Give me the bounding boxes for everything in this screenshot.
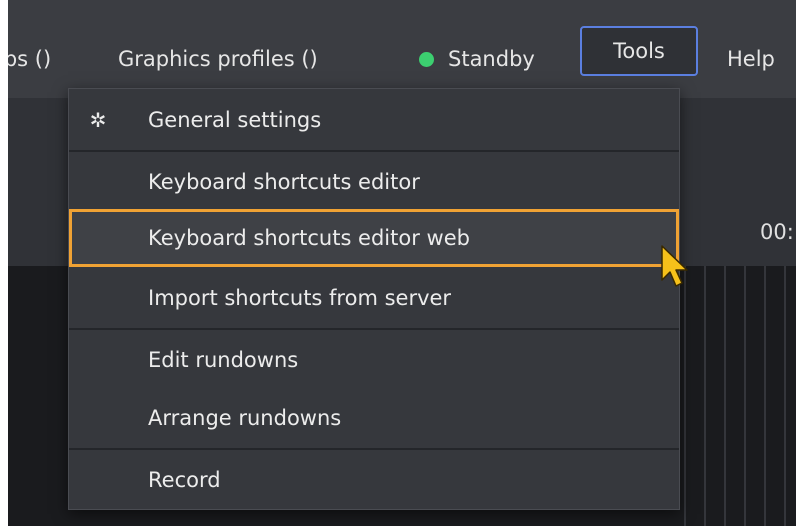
menu-item-label: General settings [148, 108, 322, 132]
menu-item-label: Keyboard shortcuts editor [148, 170, 420, 194]
menu-item-import-shortcuts[interactable]: Import shortcuts from server [69, 269, 679, 327]
menu-item-label: Edit rundowns [148, 348, 299, 372]
menu-item-label: Keyboard shortcuts editor web [148, 226, 470, 250]
status-label: Standby [448, 47, 535, 71]
tools-dropdown-menu: ✲ General settings Keyboard shortcuts ed… [68, 88, 680, 510]
menu-graphics-profiles[interactable]: Graphics profiles () [118, 34, 318, 84]
gear-icon: ✲ [89, 108, 107, 132]
top-menu-bar: ıps () Graphics profiles () Standby Tool… [8, 0, 796, 98]
menu-help[interactable]: Help [727, 34, 775, 84]
menu-item-keyboard-shortcuts-editor[interactable]: Keyboard shortcuts editor [69, 153, 679, 211]
menu-item-general-settings[interactable]: ✲ General settings [69, 91, 679, 149]
timeline-ticks [666, 266, 796, 526]
menu-item-label: Arrange rundowns [148, 406, 342, 430]
menu-item-keyboard-shortcuts-editor-web[interactable]: Keyboard shortcuts editor web [69, 209, 679, 267]
status-indicator-icon [419, 52, 434, 67]
menu-item-label: Import shortcuts from server [148, 286, 452, 310]
menu-item-arrange-rundowns[interactable]: Arrange rundowns [69, 389, 679, 447]
menu-item-record[interactable]: Record [69, 451, 679, 509]
menu-divider [69, 150, 679, 152]
mouse-pointer-icon [661, 245, 688, 287]
menu-item-label: Record [148, 468, 221, 492]
tools-menu-button[interactable]: Tools [580, 26, 698, 76]
menu-divider [69, 328, 679, 330]
timecode-display: 00: [760, 220, 794, 244]
menu-item-edit-rundowns[interactable]: Edit rundowns [69, 331, 679, 389]
menu-groups[interactable]: ıps () [8, 34, 51, 84]
menu-divider [69, 448, 679, 450]
app-window: ıps () Graphics profiles () Standby Tool… [8, 0, 796, 526]
